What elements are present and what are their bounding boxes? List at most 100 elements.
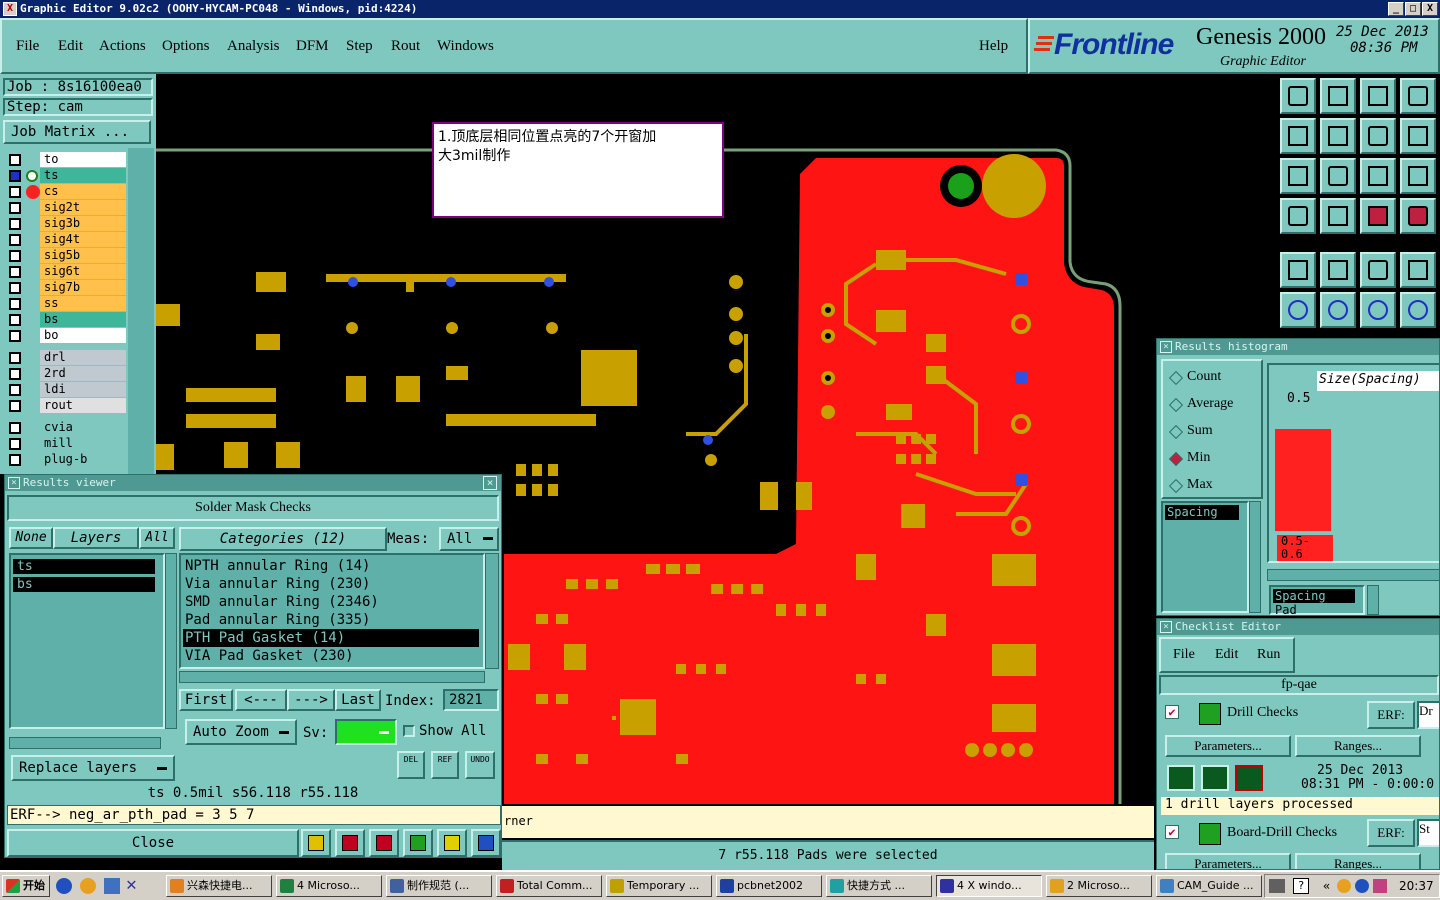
quicklaunch-icon[interactable] [80, 878, 96, 894]
layer-name[interactable]: bo [40, 328, 126, 343]
layer-row-plug-b[interactable]: plug-b [4, 452, 126, 468]
taskbar-item[interactable]: Temporary ... [606, 875, 712, 897]
layer-checkbox[interactable] [9, 282, 21, 294]
cross-icon[interactable] [1320, 292, 1356, 328]
category-item[interactable]: Via annular Ring (230) [183, 575, 479, 593]
layer-name[interactable]: bs [40, 312, 126, 327]
menu-file[interactable]: File [16, 38, 39, 55]
layer-checkbox[interactable] [9, 330, 21, 342]
category-item[interactable]: NPTH annular Ring (14) [183, 557, 479, 575]
result-layer-item[interactable]: ts [13, 559, 155, 574]
board-drill-checks-checkbox[interactable]: ✔ [1165, 825, 1179, 839]
start-button[interactable]: 开始 [2, 875, 50, 897]
layer-name[interactable]: ts [40, 168, 126, 183]
layer-checkbox[interactable] [9, 422, 21, 434]
edit-icon[interactable] [1320, 252, 1356, 288]
prev-button[interactable]: <--- [235, 689, 287, 711]
app-icon[interactable]: X [3, 2, 17, 16]
minimize-button[interactable]: _ [1388, 2, 1404, 16]
sv-color-dropdown[interactable] [335, 719, 397, 745]
layer-row-sig2t[interactable]: sig2t [4, 200, 126, 216]
layer-name[interactable]: sig2t [40, 200, 126, 215]
layer-results-list[interactable]: ts bs [9, 553, 165, 729]
layer-row-rout[interactable]: rout [4, 398, 126, 414]
layer-checkbox[interactable] [9, 250, 21, 262]
camera-icon[interactable] [1280, 252, 1316, 288]
menu-rout[interactable]: Rout [391, 38, 420, 55]
result-layer-item[interactable]: bs [13, 577, 155, 592]
drill-erf-button[interactable]: ERF: [1367, 701, 1415, 729]
ie-icon[interactable] [56, 878, 72, 894]
redraw-icon[interactable] [1400, 118, 1436, 154]
layer-name[interactable]: cvia [40, 420, 126, 435]
layer-checkbox[interactable] [9, 154, 21, 166]
histogram-bar[interactable] [1275, 429, 1331, 531]
layer-name[interactable]: cs [40, 184, 126, 199]
menu-windows[interactable]: Windows [437, 38, 494, 55]
histogram-option-count[interactable]: Count [1167, 369, 1261, 389]
menu-actions[interactable]: Actions [99, 38, 146, 55]
tray-app-icon[interactable] [1355, 879, 1369, 893]
net-icon[interactable] [1280, 292, 1316, 328]
layer-row-2rd[interactable]: 2rd [4, 366, 126, 382]
taskbar-item[interactable]: 4 X windo... [936, 875, 1042, 897]
layer-name[interactable]: sig7b [40, 280, 126, 295]
category-item[interactable]: Pad annular Ring (335) [183, 611, 479, 629]
results-viewer-close-icon[interactable]: × [8, 477, 20, 489]
layer-name[interactable]: plug-b [40, 452, 126, 467]
layer-row-ts[interactable]: ts [4, 168, 126, 184]
layer-name[interactable]: rout [40, 398, 126, 413]
checklist-menu-edit[interactable]: Edit [1215, 647, 1238, 663]
house-icon[interactable] [1360, 78, 1396, 114]
chart-icon[interactable] [471, 829, 501, 857]
next-button[interactable]: ---> [287, 689, 335, 711]
job-matrix-button[interactable]: Job Matrix ... [3, 120, 151, 144]
histogram-option-max[interactable]: Max [1167, 477, 1261, 497]
grid-icon[interactable] [1320, 198, 1356, 234]
histogram-list-scrollbar[interactable] [1249, 501, 1261, 613]
menu-step[interactable]: Step [346, 38, 373, 55]
layer-checkbox[interactable] [9, 234, 21, 246]
record-icon[interactable] [1400, 252, 1436, 288]
category-item[interactable]: PTH Pad Gasket (14) [183, 629, 479, 647]
layer-checkbox[interactable] [9, 454, 21, 466]
tray-app-icon[interactable] [1373, 879, 1387, 893]
histogram-field-item[interactable]: Spacing [1273, 589, 1355, 603]
board-drill-parameters-button[interactable]: Parameters... [1165, 853, 1291, 869]
delete-cross-icon[interactable] [369, 829, 399, 857]
layer-checkbox[interactable] [9, 202, 21, 214]
del-button[interactable]: DEL [397, 751, 425, 779]
layer-row-sig7b[interactable]: sig7b [4, 280, 126, 296]
tray-app-icon[interactable] [1337, 879, 1351, 893]
number-icon[interactable] [403, 829, 433, 857]
histogram-option-min[interactable]: Min [1167, 450, 1261, 470]
layer-checkbox[interactable] [9, 368, 21, 380]
notes-icon[interactable] [437, 829, 467, 857]
split-view-icon[interactable] [1400, 78, 1436, 114]
category-list[interactable]: NPTH annular Ring (14) Via annular Ring (… [179, 553, 485, 669]
taskbar-item[interactable]: 4 Microso... [276, 875, 382, 897]
home-icon[interactable] [1280, 78, 1316, 114]
layer-row-cvia[interactable]: cvia [4, 420, 126, 436]
layer-checkbox[interactable] [9, 384, 21, 396]
taskbar-item[interactable]: pcbnet2002 [716, 875, 822, 897]
x-icon[interactable]: ✕ [126, 876, 144, 894]
radio-diamond-icon[interactable] [1168, 424, 1184, 440]
category-item[interactable]: VIA Pad Gasket (230) [183, 647, 479, 665]
layer-row-drl[interactable]: drl [4, 350, 126, 366]
layer-name[interactable]: drl [40, 350, 126, 365]
layer-row-sig4t[interactable]: sig4t [4, 232, 126, 248]
snap-icon[interactable] [1360, 198, 1396, 234]
ref-button[interactable]: REF [431, 751, 459, 779]
last-button[interactable]: Last [335, 689, 381, 711]
stop-record-icon[interactable] [335, 829, 365, 857]
show-all-checkbox[interactable] [403, 725, 415, 737]
histogram-option-sum[interactable]: Sum [1167, 423, 1261, 443]
radio-diamond-icon[interactable] [1168, 451, 1184, 467]
categories-header[interactable]: Categories (12) [179, 527, 387, 551]
layer-row-sig5b[interactable]: sig5b [4, 248, 126, 264]
help-icon[interactable] [1400, 158, 1436, 194]
layer-row-cs[interactable]: cs [4, 184, 126, 200]
radio-diamond-icon[interactable] [1168, 370, 1184, 386]
layer-name[interactable]: ldi [40, 382, 126, 397]
